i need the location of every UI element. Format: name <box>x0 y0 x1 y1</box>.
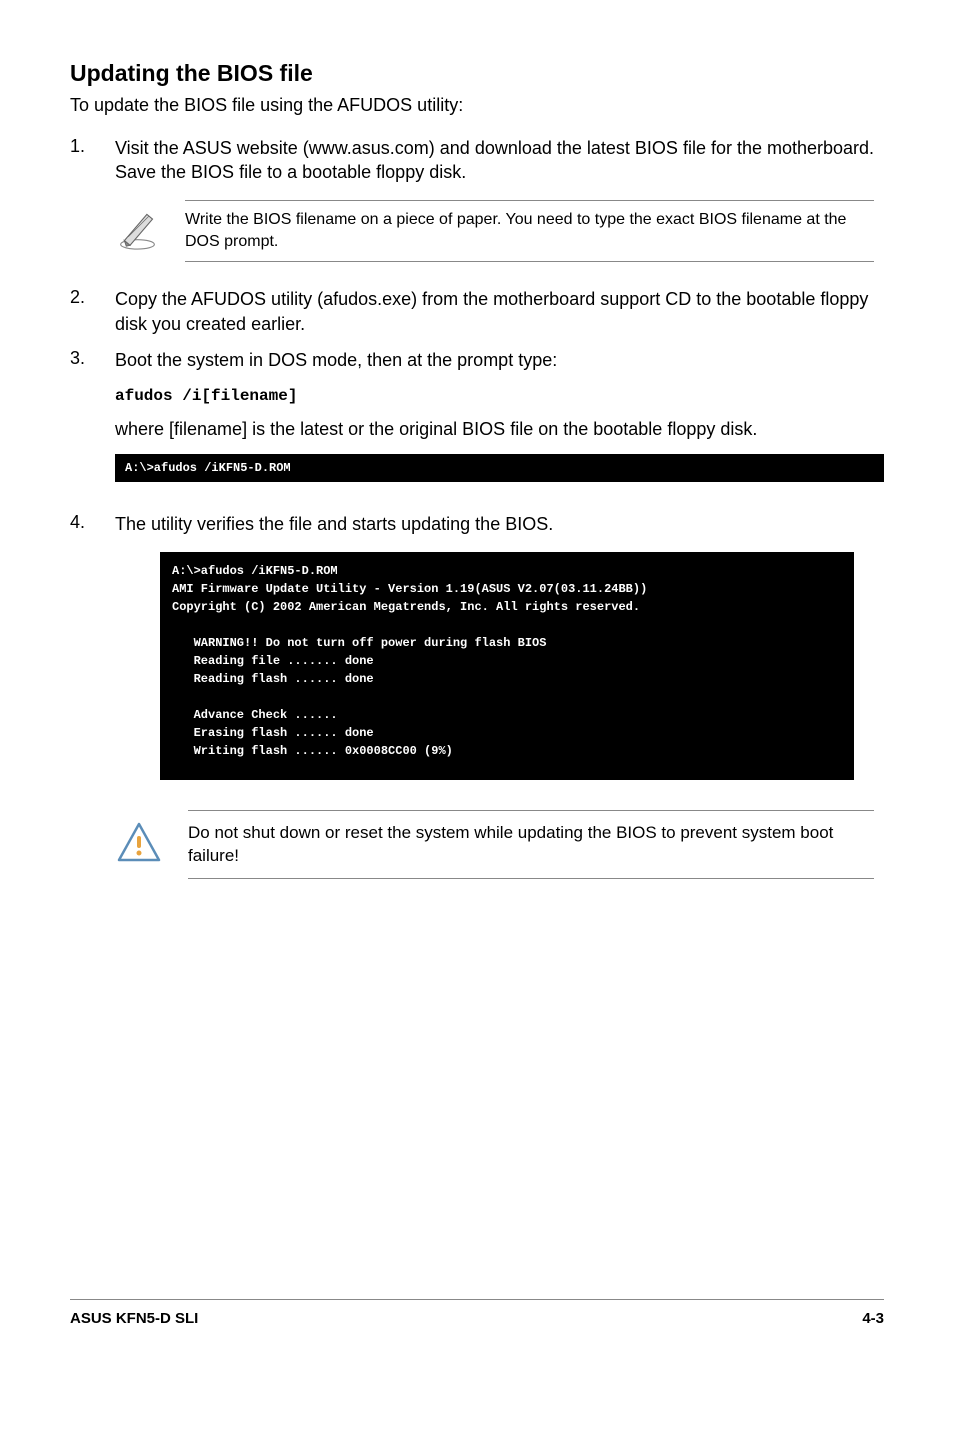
command-code: afudos /i[filename] <box>115 387 884 405</box>
terminal-output-1: A:\>afudos /iKFN5-D.ROM <box>115 454 884 483</box>
steps-list: 1. Visit the ASUS website (www.asus.com)… <box>70 136 884 185</box>
step-text: Visit the ASUS website (www.asus.com) an… <box>115 136 884 185</box>
step-4: 4. The utility verifies the file and sta… <box>70 512 884 536</box>
note-text: Write the BIOS filename on a piece of pa… <box>185 200 874 263</box>
pencil-icon <box>115 205 160 250</box>
step-subtext: where [filename] is the latest or the or… <box>115 417 884 441</box>
step-number: 1. <box>70 136 115 185</box>
step-1: 1. Visit the ASUS website (www.asus.com)… <box>70 136 884 185</box>
step-3: 3. Boot the system in DOS mode, then at … <box>70 348 884 372</box>
section-heading: Updating the BIOS file <box>70 60 884 87</box>
steps-list-2: 2. Copy the AFUDOS utility (afudos.exe) … <box>70 287 884 372</box>
intro-text: To update the BIOS file using the AFUDOS… <box>70 95 884 116</box>
note-box: Write the BIOS filename on a piece of pa… <box>115 200 884 263</box>
warning-text: Do not shut down or reset the system whi… <box>188 810 874 880</box>
step-number: 4. <box>70 512 115 536</box>
footer-page-number: 4-3 <box>862 1310 884 1327</box>
page-footer: ASUS KFN5-D SLI 4-3 <box>70 1299 884 1327</box>
steps-list-3: 4. The utility verifies the file and sta… <box>70 512 884 536</box>
step-text: The utility verifies the file and starts… <box>115 512 884 536</box>
step-2: 2. Copy the AFUDOS utility (afudos.exe) … <box>70 287 884 336</box>
terminal-output-2: A:\>afudos /iKFN5-D.ROM AMI Firmware Upd… <box>160 552 854 780</box>
footer-product: ASUS KFN5-D SLI <box>70 1310 198 1327</box>
step-number: 2. <box>70 287 115 336</box>
warning-icon <box>115 820 163 868</box>
step-text: Copy the AFUDOS utility (afudos.exe) fro… <box>115 287 884 336</box>
step-number: 3. <box>70 348 115 372</box>
step-text: Boot the system in DOS mode, then at the… <box>115 348 884 372</box>
warning-box: Do not shut down or reset the system whi… <box>115 810 884 880</box>
